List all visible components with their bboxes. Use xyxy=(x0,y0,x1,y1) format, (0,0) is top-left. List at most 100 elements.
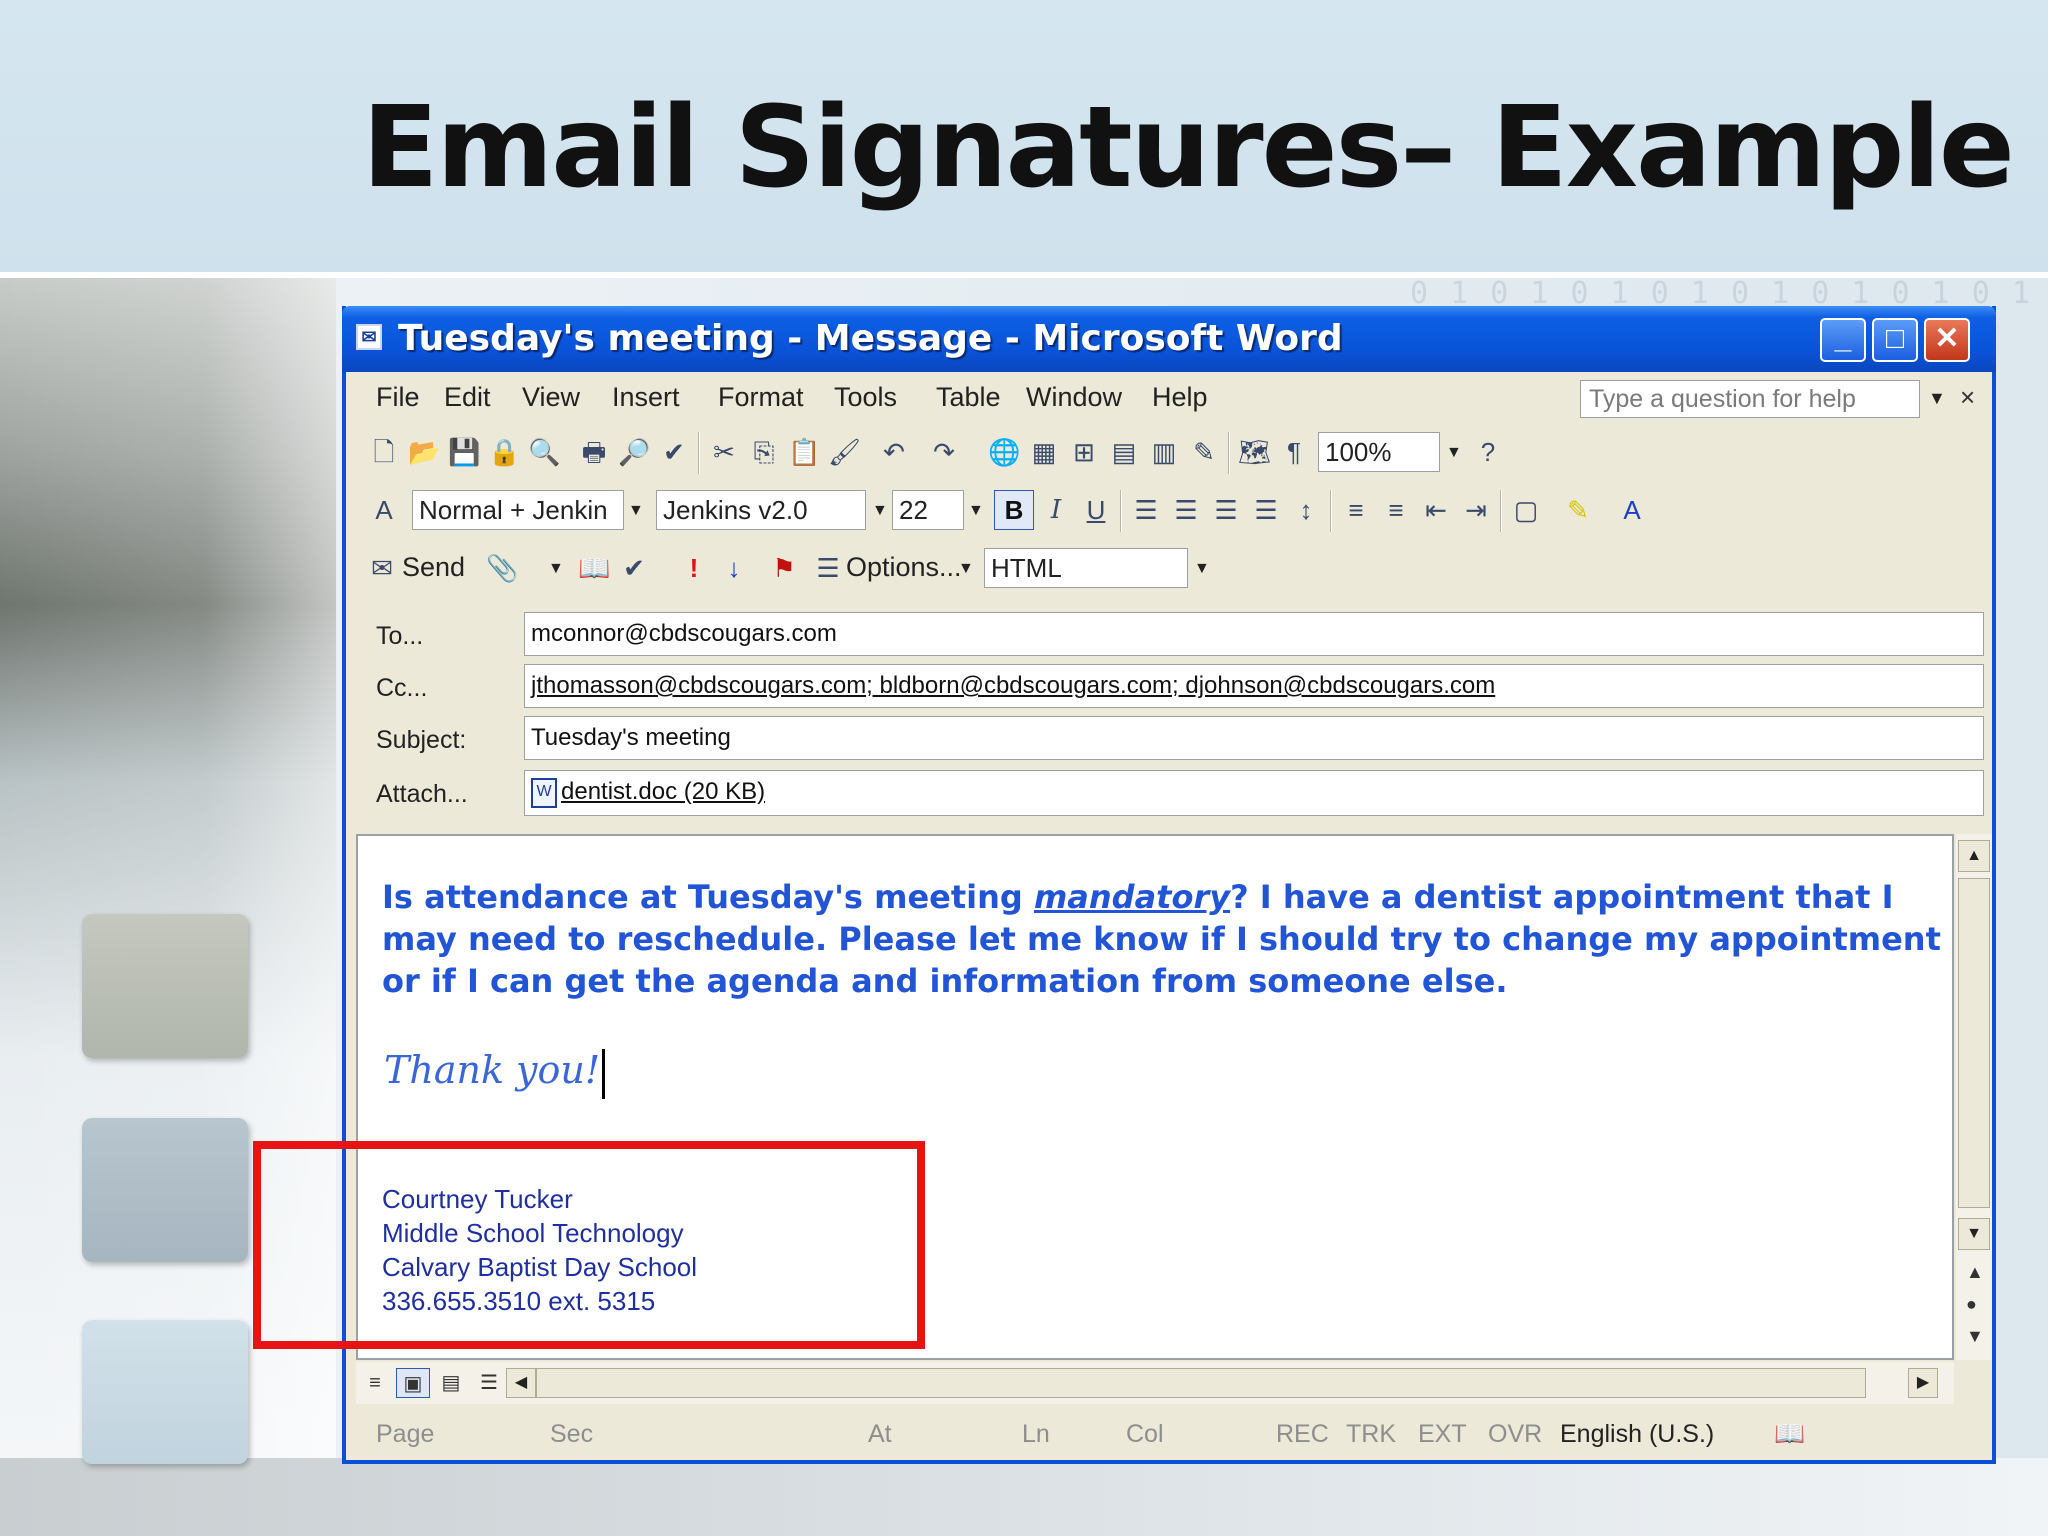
options-button[interactable]: Options... xyxy=(846,552,962,583)
vertical-scrollbar[interactable]: ▲ ▼ ▲ ● ▼ xyxy=(1956,834,1992,1360)
spelling-status-icon[interactable]: 📖 xyxy=(1774,1420,1805,1449)
chevron-down-icon[interactable]: ▼ xyxy=(958,560,974,578)
scroll-right-button[interactable]: ▶ xyxy=(1908,1368,1938,1398)
attach-file-icon[interactable]: 📎 xyxy=(486,552,518,584)
menu-format[interactable]: Format xyxy=(718,382,804,413)
new-document-icon[interactable]: 🗋 xyxy=(368,436,400,468)
search-icon[interactable]: 🔍 xyxy=(528,436,560,468)
drawing-icon[interactable]: ✎ xyxy=(1188,436,1220,468)
check-names-icon[interactable]: ✔ xyxy=(618,552,650,584)
insert-table-icon[interactable]: ⊞ xyxy=(1068,436,1100,468)
spelling-icon[interactable]: ✔ xyxy=(658,436,690,468)
menu-file[interactable]: File xyxy=(376,382,420,413)
importance-high-icon[interactable]: ! xyxy=(678,552,710,584)
increase-indent-icon[interactable]: ⇥ xyxy=(1460,494,1492,526)
line-spacing-icon[interactable]: ↕ xyxy=(1290,494,1322,526)
scroll-down-button[interactable]: ▼ xyxy=(1958,1218,1990,1250)
font-size-select[interactable]: 22 xyxy=(892,490,964,530)
hyperlink-icon[interactable]: 🌐 xyxy=(988,436,1020,468)
title-bar[interactable]: ✉ Tuesday's meeting - Message - Microsof… xyxy=(342,306,1996,372)
attach-label[interactable]: Attach... xyxy=(376,780,468,809)
format-painter-icon[interactable]: 🖌 xyxy=(828,436,861,468)
styles-icon[interactable]: A xyxy=(368,494,400,526)
attachment-link[interactable]: dentist.doc (20 KB) xyxy=(561,778,765,805)
insert-excel-icon[interactable]: ▤ xyxy=(1108,436,1140,468)
horizontal-scrollbar[interactable]: ≡ ▣ ▤ ☰ ◀ ▶ xyxy=(356,1362,1954,1404)
paste-icon[interactable]: 📋 xyxy=(788,436,820,468)
justify-icon[interactable]: ☰ xyxy=(1250,494,1282,526)
help-search-input[interactable]: Type a question for help xyxy=(1580,380,1920,418)
maximize-button[interactable]: □ xyxy=(1872,318,1918,362)
chevron-down-icon[interactable]: ▼ xyxy=(872,502,888,520)
align-right-icon[interactable]: ☰ xyxy=(1210,494,1242,526)
menu-tools[interactable]: Tools xyxy=(834,382,897,413)
status-rec[interactable]: REC xyxy=(1276,1420,1329,1449)
decrease-indent-icon[interactable]: ⇤ xyxy=(1420,494,1452,526)
columns-icon[interactable]: ▥ xyxy=(1148,436,1180,468)
subject-field[interactable]: Tuesday's meeting xyxy=(524,716,1984,760)
show-hide-icon[interactable]: ¶ xyxy=(1278,436,1310,468)
minimize-button[interactable]: _ xyxy=(1820,318,1866,362)
print-preview-icon[interactable]: 🔎 xyxy=(618,436,650,468)
chevron-down-icon[interactable]: ▼ xyxy=(628,502,644,520)
menu-view[interactable]: View xyxy=(522,382,580,413)
menu-insert[interactable]: Insert xyxy=(612,382,680,413)
next-page-icon[interactable]: ▼ xyxy=(1966,1326,1984,1347)
scroll-up-button[interactable]: ▲ xyxy=(1958,840,1990,872)
close-icon[interactable]: × xyxy=(1960,382,1975,413)
select-browse-object-icon[interactable]: ● xyxy=(1966,1294,1977,1315)
cc-field[interactable]: jthomasson@cbdscougars.com; bldborn@cbds… xyxy=(524,664,1984,708)
menu-edit[interactable]: Edit xyxy=(444,382,491,413)
highlight-icon[interactable]: ✎ xyxy=(1562,494,1594,526)
font-color-icon[interactable]: A xyxy=(1616,494,1648,526)
borders-icon[interactable]: ▢ xyxy=(1510,494,1542,526)
close-button[interactable]: ✕ xyxy=(1924,318,1970,362)
style-select[interactable]: Normal + Jenkin xyxy=(412,490,624,530)
previous-page-icon[interactable]: ▲ xyxy=(1966,1262,1984,1283)
scroll-left-button[interactable]: ◀ xyxy=(506,1368,536,1398)
bullets-icon[interactable]: ≡ xyxy=(1380,494,1412,526)
normal-view-icon[interactable]: ≡ xyxy=(358,1368,392,1398)
send-button[interactable]: Send xyxy=(402,552,465,583)
underline-button[interactable]: U xyxy=(1080,494,1112,526)
document-map-icon[interactable]: 🗺 xyxy=(1238,436,1271,468)
redo-icon[interactable]: ↷ xyxy=(928,436,960,468)
zoom-select[interactable]: 100% xyxy=(1318,432,1440,472)
status-ovr[interactable]: OVR xyxy=(1488,1420,1542,1449)
help-icon[interactable]: ? xyxy=(1472,436,1504,468)
importance-low-icon[interactable]: ↓ xyxy=(718,552,750,584)
cc-addresses[interactable]: jthomasson@cbdscougars.com; bldborn@cbds… xyxy=(531,672,1495,699)
menu-table[interactable]: Table xyxy=(936,382,1001,413)
undo-icon[interactable]: ↶ xyxy=(878,436,910,468)
print-layout-icon[interactable]: ▤ xyxy=(434,1368,468,1398)
cut-icon[interactable]: ✂ xyxy=(708,436,740,468)
attach-field[interactable]: Wdentist.doc (20 KB) xyxy=(524,770,1984,816)
permission-icon[interactable]: 🔒 xyxy=(488,436,520,468)
copy-icon[interactable]: ⎘ xyxy=(748,436,780,468)
open-folder-icon[interactable]: 📂 xyxy=(408,436,440,468)
align-left-icon[interactable]: ☰ xyxy=(1130,494,1162,526)
address-book-icon[interactable]: 📖 xyxy=(578,552,610,584)
italic-button[interactable]: I xyxy=(1040,494,1072,526)
save-icon[interactable]: 💾 xyxy=(448,436,480,468)
chevron-down-icon[interactable]: ▼ xyxy=(1928,388,1946,409)
cc-label[interactable]: Cc... xyxy=(376,674,427,703)
tables-borders-icon[interactable]: ▦ xyxy=(1028,436,1060,468)
outline-view-icon[interactable]: ☰ xyxy=(472,1368,506,1398)
menu-window[interactable]: Window xyxy=(1026,382,1122,413)
font-select[interactable]: Jenkins v2.0 xyxy=(656,490,866,530)
flag-icon[interactable]: ⚑ xyxy=(768,552,800,584)
chevron-down-icon[interactable]: ▼ xyxy=(548,560,564,578)
print-icon[interactable]: 🖶 xyxy=(578,436,610,468)
to-label[interactable]: To... xyxy=(376,622,423,651)
scroll-thumb[interactable] xyxy=(1958,878,1990,1208)
message-format-select[interactable]: HTML xyxy=(984,548,1188,588)
numbering-icon[interactable]: ≡ xyxy=(1340,494,1372,526)
bold-button[interactable]: B xyxy=(994,490,1034,530)
chevron-down-icon[interactable]: ▼ xyxy=(1194,560,1210,578)
status-ext[interactable]: EXT xyxy=(1418,1420,1467,1449)
to-field[interactable]: mconnor@cbdscougars.com xyxy=(524,612,1984,656)
menu-help[interactable]: Help xyxy=(1152,382,1208,413)
chevron-down-icon[interactable]: ▼ xyxy=(1446,444,1462,462)
chevron-down-icon[interactable]: ▼ xyxy=(968,502,984,520)
